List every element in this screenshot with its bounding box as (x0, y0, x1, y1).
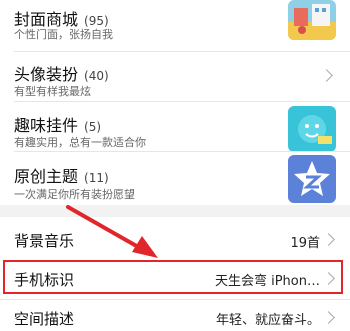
setting-space-description[interactable]: 空间描述 年轻、就应奋斗。 (0, 301, 350, 331)
item-title: 趣味挂件 (14, 116, 79, 135)
setting-label: 背景音乐 (14, 232, 75, 250)
item-desc: 有型有样我最炫 (14, 85, 91, 98)
theme-star-icon (288, 155, 336, 203)
divider (0, 299, 350, 300)
pendant-thumbnail (288, 106, 336, 152)
chevron-right-icon (322, 311, 335, 324)
item-count: (40) (84, 69, 109, 83)
list-item-avatar-dressup[interactable]: 头像装扮 (40) 有型有样我最炫 (0, 52, 350, 100)
item-desc: 个性门面，张扬自我 (14, 28, 113, 41)
item-desc: 有趣实用，总有一款适合你 (14, 136, 146, 149)
item-title: 原创主题 (14, 167, 79, 186)
setting-background-music[interactable]: 背景音乐 19首 (0, 217, 350, 261)
item-count: (11) (84, 171, 109, 185)
decorate-list: 封面商城 (95) 个性门面，张扬自我 头像装扮 (40) 有型有样我最炫 趣味挂件… (0, 0, 350, 205)
list-item-original-themes[interactable]: 原创主题 (11) 一次满足你所有装扮愿望 (0, 152, 350, 204)
list-item-fun-pendants[interactable]: 趣味挂件 (5) 有趣实用，总有一款适合你 (0, 102, 350, 152)
setting-value: 年轻、就应奋斗。 (215, 313, 320, 328)
list-item-cover-mall[interactable]: 封面商城 (95) 个性门面，张扬自我 (0, 0, 350, 44)
setting-value: 19首 (290, 236, 320, 251)
setting-label: 空间描述 (14, 310, 75, 328)
cover-thumbnail (288, 0, 336, 40)
chevron-right-icon (322, 233, 335, 246)
item-desc: 一次满足你所有装扮愿望 (14, 188, 135, 201)
highlight-box (3, 260, 343, 294)
item-count: (5) (84, 120, 102, 134)
chevron-right-icon (320, 69, 333, 82)
item-title: 头像装扮 (14, 65, 79, 84)
